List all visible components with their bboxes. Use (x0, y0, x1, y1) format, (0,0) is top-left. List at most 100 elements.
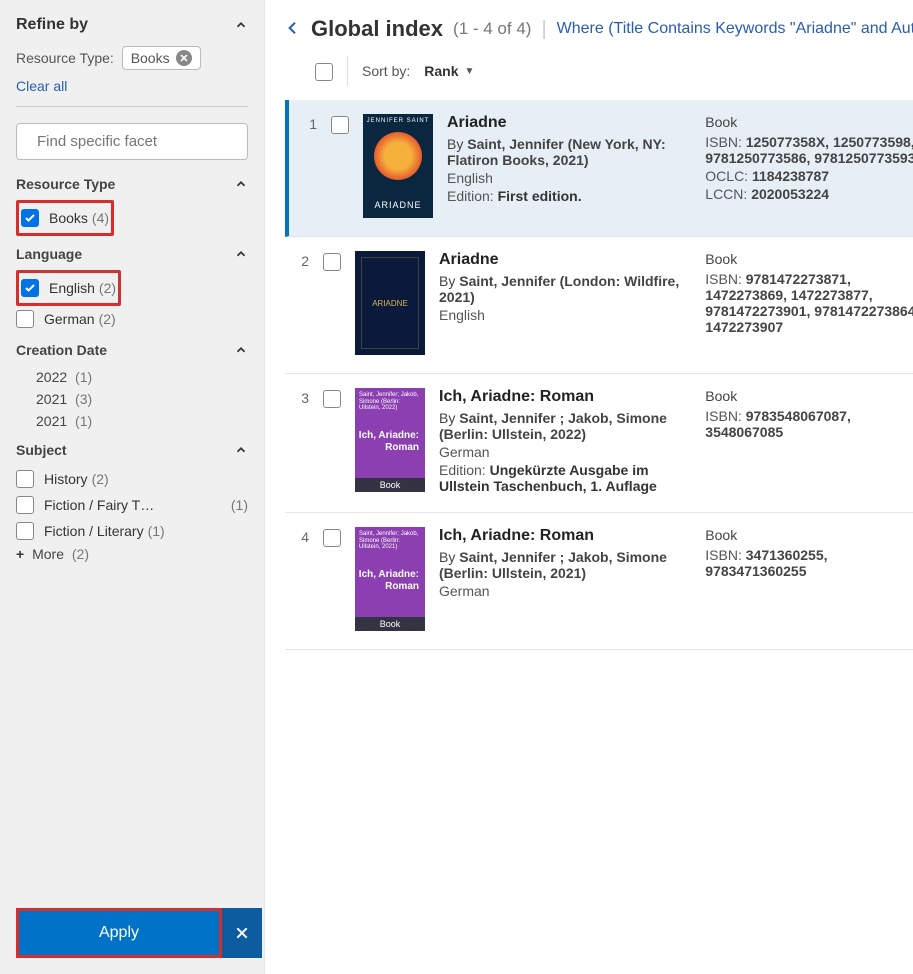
clear-all-link[interactable]: Clear all (16, 78, 248, 94)
result-checkbox[interactable] (323, 253, 341, 271)
divider (16, 106, 248, 107)
checkbox-icon[interactable] (16, 310, 34, 328)
facet-count: (2) (99, 280, 116, 296)
results-list: 1 JENNIFER SAINTARIADNE Ariadne By Saint… (285, 100, 913, 650)
section-title: Creation Date (16, 342, 107, 358)
checkbox-icon[interactable] (16, 496, 34, 514)
result-meta: Book ISBN: 125077358X, 1250773598, 97812… (705, 114, 913, 204)
section-title: Language (16, 246, 82, 262)
book-cover: ARIADNE (355, 251, 425, 355)
result-title[interactable]: Ariadne (447, 114, 691, 132)
cover-wrap[interactable]: JENNIFER SAINTARIADNE (363, 114, 433, 218)
facet-fairy[interactable]: Fiction / Fairy T… (1) (16, 492, 248, 518)
refine-header[interactable]: Refine by (16, 16, 248, 34)
facet-label: Fiction / Fairy T… (44, 497, 154, 513)
id-line: LCCN: 2020053224 (705, 186, 913, 202)
facet-literary[interactable]: Fiction / Literary (1) (16, 518, 248, 544)
cover-wrap[interactable]: ARIADNE (355, 251, 425, 355)
result-language: German (439, 583, 691, 599)
apply-close-button[interactable] (222, 908, 262, 958)
chip-resource-type[interactable]: Books (122, 46, 201, 70)
chevron-up-icon (234, 343, 248, 357)
result-row[interactable]: 1 JENNIFER SAINTARIADNE Ariadne By Saint… (285, 100, 913, 237)
facet-books[interactable]: Books (4) (21, 205, 109, 231)
highlight-box: English (2) (16, 270, 121, 306)
result-meta: Book ISBN: 9781472273871, 1472273869, 14… (705, 251, 913, 337)
facet-label: German (44, 311, 95, 327)
result-index: 1 (301, 114, 317, 132)
sort-dropdown[interactable]: Rank ▼ (424, 63, 474, 79)
result-info: Ariadne By Saint, Jennifer (New York, NY… (447, 114, 691, 204)
result-checkbox[interactable] (323, 390, 341, 408)
book-cover: JENNIFER SAINTARIADNE (363, 114, 433, 218)
apply-button[interactable]: Apply (19, 911, 219, 955)
section-resource-type[interactable]: Resource Type (16, 176, 248, 192)
result-byline: By Saint, Jennifer ; Jakob, Simone (Berl… (439, 410, 691, 442)
select-all-checkbox[interactable] (315, 63, 333, 81)
close-icon[interactable] (176, 50, 192, 66)
facet-search[interactable] (16, 123, 248, 160)
sort-label: Sort by: (362, 63, 410, 79)
separator: | (541, 18, 546, 41)
book-cover: Saint, Jennifer; Jakob, Simone (Berlin: … (355, 388, 425, 492)
more-link[interactable]: + More (2) (16, 544, 248, 562)
facet-german[interactable]: German (2) (16, 306, 248, 332)
apply-bar: Apply (16, 908, 262, 958)
triangle-down-icon: ▼ (464, 66, 474, 77)
result-title[interactable]: Ich, Ariadne: Roman (439, 527, 691, 545)
plus-icon: + (16, 546, 24, 562)
main: Global index (1 - 4 of 4) | Where (Title… (265, 0, 913, 974)
query-text[interactable]: Where (Title Contains Keywords "Ariadne"… (557, 20, 913, 38)
result-title[interactable]: Ich, Ariadne: Roman (439, 388, 691, 406)
facet-search-input[interactable] (35, 132, 238, 151)
divider (347, 56, 348, 86)
result-title[interactable]: Ariadne (439, 251, 691, 269)
cover-wrap[interactable]: Saint, Jennifer; Jakob, Simone (Berlin: … (355, 527, 425, 631)
section-language[interactable]: Language (16, 246, 248, 262)
result-type: Book (705, 251, 913, 267)
result-row[interactable]: 2 ARIADNE Ariadne By Saint, Jennifer (Lo… (285, 237, 913, 374)
result-row[interactable]: 4 Saint, Jennifer; Jakob, Simone (Berlin… (285, 513, 913, 650)
checkbox-checked-icon[interactable] (21, 279, 39, 297)
id-line: ISBN: 3471360255, 9783471360255 (705, 547, 913, 579)
section-title: Subject (16, 442, 67, 458)
facet-label: 2021 (36, 413, 67, 429)
section-subject[interactable]: Subject (16, 442, 248, 458)
edition: Edition: Ungekürzte Ausgabe im Ullstein … (439, 462, 691, 494)
section-creation-date[interactable]: Creation Date (16, 342, 248, 358)
facet-english[interactable]: English (2) (21, 275, 116, 301)
result-language: German (439, 444, 691, 460)
more-count: (2) (72, 546, 89, 562)
result-checkbox[interactable] (331, 116, 349, 134)
checkbox-icon[interactable] (16, 522, 34, 540)
result-type: Book (705, 527, 913, 543)
highlight-box: Books (4) (16, 200, 114, 236)
result-index: 4 (293, 527, 309, 545)
chip-value: Books (131, 50, 170, 66)
id-line: ISBN: 125077358X, 1250773598, 9781250773… (705, 134, 913, 166)
back-icon[interactable] (285, 20, 301, 39)
facet-date[interactable]: 2021 (1) (36, 410, 248, 432)
result-info: Ich, Ariadne: Roman By Saint, Jennifer ;… (439, 527, 691, 601)
result-meta: Book ISBN: 3471360255, 9783471360255 (705, 527, 913, 581)
result-row[interactable]: 3 Saint, Jennifer; Jakob, Simone (Berlin… (285, 374, 913, 513)
applied-filter-row: Resource Type: Books (16, 46, 248, 70)
facet-date[interactable]: 2021 (3) (36, 388, 248, 410)
chevron-up-icon (234, 18, 248, 32)
result-byline: By Saint, Jennifer ; Jakob, Simone (Berl… (439, 549, 691, 581)
cover-wrap[interactable]: Saint, Jennifer; Jakob, Simone (Berlin: … (355, 388, 425, 492)
checkbox-icon[interactable] (16, 470, 34, 488)
facet-count: (1) (231, 497, 248, 513)
facet-count: (4) (92, 210, 109, 226)
result-checkbox[interactable] (323, 529, 341, 547)
more-label: More (32, 546, 64, 562)
facet-history[interactable]: History (2) (16, 466, 248, 492)
facet-date[interactable]: 2022 (1) (36, 366, 248, 388)
result-info: Ariadne By Saint, Jennifer (London: Wild… (439, 251, 691, 325)
chevron-up-icon (234, 177, 248, 191)
result-type: Book (705, 114, 913, 130)
facet-count: (1) (75, 369, 92, 385)
result-language: English (439, 307, 691, 323)
highlight-box: Apply (16, 908, 222, 958)
checkbox-checked-icon[interactable] (21, 209, 39, 227)
